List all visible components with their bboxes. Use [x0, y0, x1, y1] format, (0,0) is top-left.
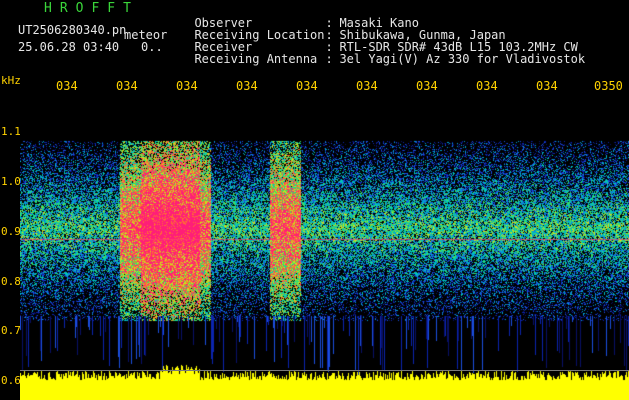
info-value: 3el Yagi(V) Az 330 for Vladivostok: [339, 52, 586, 66]
y-tick-label: 1.0: [1, 175, 21, 188]
x-tick-label: 034: [536, 79, 558, 93]
counter: 0..: [141, 40, 163, 54]
y-axis-unit: kHz: [1, 74, 21, 87]
y-tick-label: 0.9: [1, 225, 21, 238]
app-title: HROFFT: [44, 1, 139, 16]
baseline-divider: [20, 370, 629, 371]
x-tick-label: 034: [356, 79, 378, 93]
x-tick-label: 034: [416, 79, 438, 93]
spectrogram-canvas: [20, 96, 629, 400]
info-key: Receiving Antenna: [194, 52, 318, 66]
x-tick-label: 034: [296, 79, 318, 93]
x-tick-label: 034: [476, 79, 498, 93]
x-tick-label: 034: [56, 79, 78, 93]
x-tick-label: 034: [236, 79, 258, 93]
y-tick-label: 0.8: [1, 275, 21, 288]
x-tick-label: 034: [116, 79, 138, 93]
y-tick-label: 0.7: [1, 324, 21, 337]
info-row-antenna: Receiving Antenna:3el Yagi(V) Az 330 for…: [194, 52, 586, 66]
y-tick-label: 1.1: [1, 125, 21, 138]
file-name: UT2506280340.pn: [18, 23, 127, 37]
x-tick-label: 034: [176, 79, 198, 93]
y-tick-label: 0.6: [1, 374, 21, 387]
date-time: 25.06.28 03:40: [18, 40, 120, 54]
x-tick-label: 0350: [594, 79, 623, 93]
